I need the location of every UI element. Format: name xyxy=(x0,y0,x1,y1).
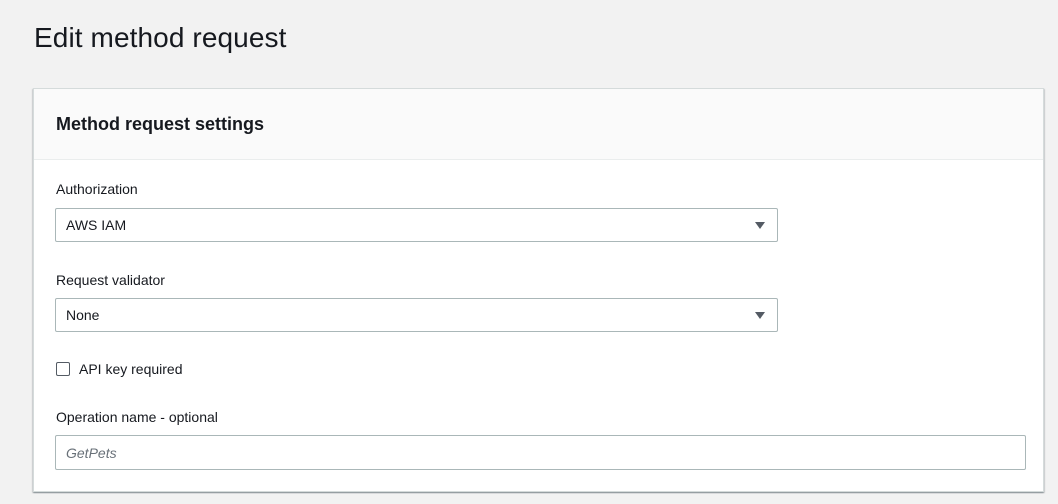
request-validator-label: Request validator xyxy=(56,272,165,288)
caret-down-icon xyxy=(755,312,765,319)
api-key-required-checkbox[interactable] xyxy=(56,362,70,376)
api-key-required-checkbox-row[interactable]: API key required xyxy=(56,359,183,379)
page-title: Edit method request xyxy=(34,22,287,53)
panel-header: Method request settings xyxy=(34,89,1043,160)
authorization-label: Authorization xyxy=(56,181,138,197)
method-request-settings-panel: Method request settings Authorization AW… xyxy=(33,88,1044,492)
authorization-select-value: AWS IAM xyxy=(66,217,127,233)
panel-title: Method request settings xyxy=(56,114,265,134)
authorization-select[interactable]: AWS IAM xyxy=(55,208,778,242)
operation-name-label: Operation name - optional xyxy=(56,409,218,425)
operation-name-input[interactable] xyxy=(55,435,1026,470)
api-key-required-label[interactable]: API key required xyxy=(79,361,183,377)
caret-down-icon xyxy=(755,222,765,229)
request-validator-select-value: None xyxy=(66,307,100,323)
request-validator-select[interactable]: None xyxy=(55,298,778,332)
